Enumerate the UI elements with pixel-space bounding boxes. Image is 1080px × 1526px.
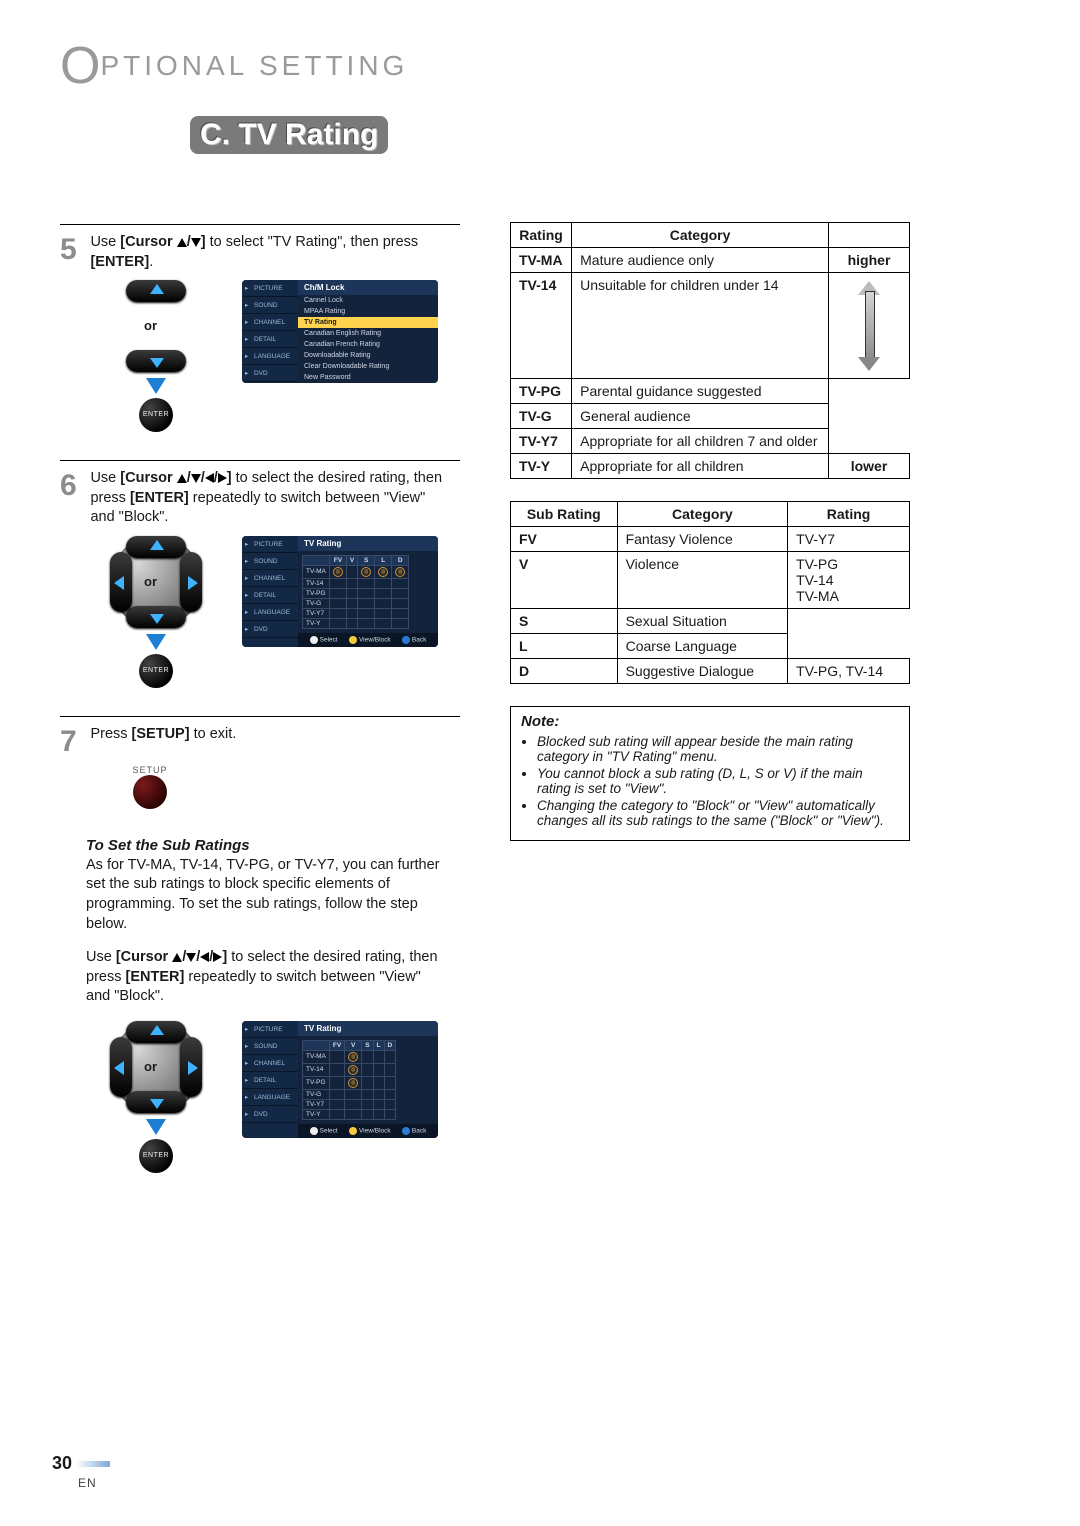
enter-button[interactable]: ENTER xyxy=(139,398,173,432)
sub-rating-table: Sub RatingCategoryRatingFVFantasy Violen… xyxy=(510,501,910,684)
dpad-down-icon xyxy=(150,358,164,368)
osd-tab: ▸DVD xyxy=(242,621,298,638)
enter-button[interactable]: ENTER xyxy=(139,1139,173,1173)
chapter-title: OPTIONAL SETTING xyxy=(60,36,1020,96)
step-7: 7 Press [SETUP] to exit. SETUP xyxy=(60,716,460,809)
osd-tab: ▸CHANNEL xyxy=(242,1055,298,1072)
step-6-num: 6 xyxy=(60,469,86,503)
osd-tab: ▸LANGUAGE xyxy=(242,1089,298,1106)
osd-tab: ▸DETAIL xyxy=(242,1072,298,1089)
remote-4way-2: or ENTER xyxy=(96,1021,216,1173)
osd-title: Ch/M Lock xyxy=(298,280,438,295)
step-5: 5 Use [Cursor /] to select "TV Rating", … xyxy=(60,224,460,432)
osd-tab: ▸LANGUAGE xyxy=(242,604,298,621)
osd-item: Canadian English Rating xyxy=(298,328,438,339)
osd-item: Downloadable Rating xyxy=(298,350,438,361)
osd-tab: ▸CHANNEL xyxy=(242,570,298,587)
step-5-num: 5 xyxy=(60,233,86,267)
remote-updown: or ENTER xyxy=(96,280,216,432)
note-box: Note: Blocked sub rating will appear bes… xyxy=(510,706,910,841)
note-item: Blocked sub rating will appear beside th… xyxy=(537,734,899,764)
or-label: or xyxy=(144,318,157,333)
osd-tab: ▸PICTURE xyxy=(242,1021,298,1038)
osd-tab: ▸PICTURE xyxy=(242,536,298,553)
flow-arrow-icon xyxy=(146,378,166,394)
osd-tab: ▸DETAIL xyxy=(242,331,298,348)
note-item: Changing the category to "Block" or "Vie… xyxy=(537,798,899,828)
step-6-text: Use [Cursor ///] to select the desired r… xyxy=(90,469,450,528)
osd-tab: ▸CHANNEL xyxy=(242,314,298,331)
osd-tab: ▸DVD xyxy=(242,365,298,382)
osd-tab: ▸LANGUAGE xyxy=(242,348,298,365)
step-7-text: Press [SETUP] to exit. xyxy=(90,725,450,745)
sub-ratings-heading: To Set the Sub Ratings xyxy=(86,837,460,854)
remote-4way: or ENTER xyxy=(96,536,216,688)
sub-ratings-para1: As for TV-MA, TV-14, TV-PG, or TV-Y7, yo… xyxy=(86,856,446,934)
osd-tab: ▸DETAIL xyxy=(242,587,298,604)
rating-table: RatingCategoryTV-MAMature audience onlyh… xyxy=(510,222,910,479)
osd-tab: ▸SOUND xyxy=(242,553,298,570)
page-lang: EN xyxy=(78,1476,97,1490)
enter-button[interactable]: ENTER xyxy=(139,654,173,688)
osd-tab: ▸DVD xyxy=(242,1106,298,1123)
osd-item: TV Rating xyxy=(298,317,438,328)
osd-tvrating-b: ▸PICTURE▸SOUND▸CHANNEL▸DETAIL▸LANGUAGE▸D… xyxy=(242,536,438,647)
sub-ratings-para2: Use [Cursor ///] to select the desired r… xyxy=(86,948,446,1007)
left-column: 5 Use [Cursor /] to select "TV Rating", … xyxy=(60,222,460,1173)
setup-button[interactable] xyxy=(133,775,167,809)
osd-item: Clear Downloadable Rating xyxy=(298,361,438,372)
dpad-up-icon xyxy=(150,284,164,294)
osd-tab: ▸PICTURE xyxy=(242,280,298,297)
step-6: 6 Use [Cursor ///] to select the desired… xyxy=(60,460,460,688)
setup-label: SETUP xyxy=(120,765,180,775)
osd-tab: ▸SOUND xyxy=(242,1038,298,1055)
osd-tvrating-c: ▸PICTURE▸SOUND▸CHANNEL▸DETAIL▸LANGUAGE▸D… xyxy=(242,1021,438,1138)
osd-item: Canadian French Rating xyxy=(298,339,438,350)
note-title: Note: xyxy=(521,713,899,730)
step-7-num: 7 xyxy=(60,725,86,759)
note-item: You cannot block a sub rating (D, L, S o… xyxy=(537,766,899,796)
section-badge: C. TV Rating xyxy=(190,116,388,154)
osd-tab: ▸SOUND xyxy=(242,297,298,314)
osd-chm-lock: ▸PICTURE▸SOUND▸CHANNEL▸DETAIL▸LANGUAGE▸D… xyxy=(242,280,438,383)
step-5-text: Use [Cursor /] to select "TV Rating", th… xyxy=(90,233,450,272)
right-column: RatingCategoryTV-MAMature audience onlyh… xyxy=(510,222,910,1173)
osd-item: MPAA Rating xyxy=(298,306,438,317)
page-number: 30 xyxy=(52,1453,110,1474)
osd-item: Cannel Lock xyxy=(298,295,438,306)
osd-item: New Password xyxy=(298,372,438,383)
